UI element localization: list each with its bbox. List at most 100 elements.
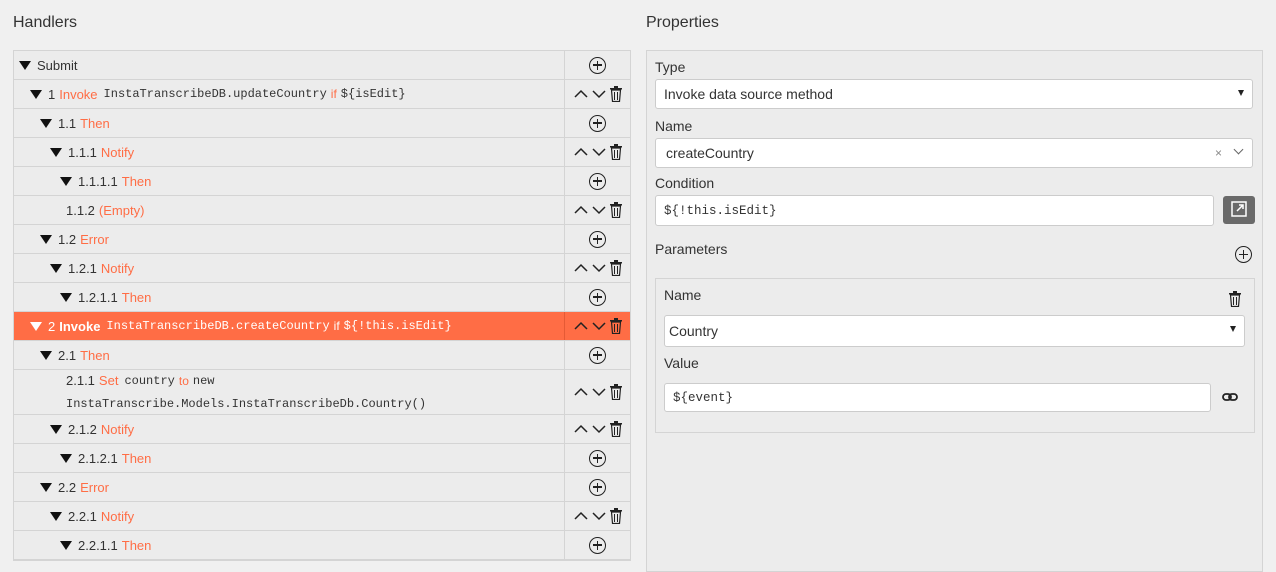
tree-row-1-1[interactable]: 1.1 Then <box>14 109 630 138</box>
row-condition: ${!this.isEdit} <box>343 319 452 333</box>
chevron-up-icon[interactable] <box>573 89 588 99</box>
add-parameter-icon[interactable] <box>1235 246 1252 263</box>
tree-row-2-2-1-1[interactable]: 2.2.1.1 Then <box>14 531 630 560</box>
link-icon[interactable] <box>1222 391 1238 403</box>
add-icon[interactable] <box>589 346 606 364</box>
chevron-up-icon[interactable] <box>573 424 588 434</box>
trash-icon[interactable] <box>609 318 622 334</box>
triangle-down-icon[interactable] <box>50 511 62 521</box>
row-condition: ${isEdit} <box>340 87 406 101</box>
param-value-input[interactable]: ${event} <box>664 383 1211 412</box>
triangle-down-icon[interactable] <box>40 350 52 360</box>
properties-title: Properties <box>646 14 719 31</box>
triangle-down-icon[interactable] <box>50 424 62 434</box>
tree-row-1-2-1-1[interactable]: 1.2.1.1 Then <box>14 283 630 312</box>
tree-row-1-1-1[interactable]: 1.1.1 Notify <box>14 138 630 167</box>
condition-input[interactable]: ${!this.isEdit} <box>655 195 1214 226</box>
add-icon[interactable] <box>589 114 606 132</box>
trash-icon[interactable] <box>609 86 622 102</box>
tree-row-2-1[interactable]: 2.1 Then <box>14 341 630 370</box>
chevron-down-icon[interactable] <box>591 263 606 273</box>
triangle-down-icon[interactable] <box>19 60 31 70</box>
tree-row-2-1-2-1[interactable]: 2.1.2.1 Then <box>14 444 630 473</box>
chevron-down-icon[interactable] <box>591 321 606 331</box>
row-keyword: Error <box>80 231 109 247</box>
row-value: new <box>192 373 215 388</box>
triangle-down-icon[interactable] <box>40 482 52 492</box>
add-icon[interactable] <box>589 288 606 306</box>
row-method: InstaTranscribeDB.updateCountry <box>103 87 327 101</box>
row-number: 2.1.2.1 <box>78 450 118 466</box>
row-keyword: Then <box>80 115 110 131</box>
row-target: country <box>124 373 175 388</box>
row-number: 1.1.1 <box>68 144 97 160</box>
add-icon[interactable] <box>589 172 606 190</box>
chevron-up-icon[interactable] <box>573 263 588 273</box>
tree-row-1-1-2[interactable]: 1.1.2 (Empty) <box>14 196 630 225</box>
add-icon[interactable] <box>589 230 606 248</box>
row-keyword: Notify <box>100 508 135 524</box>
tree-row-1-2-1[interactable]: 1.2.1 Notify <box>14 254 630 283</box>
trash-icon[interactable] <box>609 421 622 437</box>
tree-row-2-1-1[interactable]: 2.1.1 Set country to new InstaTranscribe… <box>14 370 630 415</box>
add-icon[interactable] <box>589 56 606 74</box>
add-icon[interactable] <box>589 449 606 467</box>
row-number: 1 <box>48 86 56 102</box>
tree-row-2-1-2[interactable]: 2.1.2 Notify <box>14 415 630 444</box>
chevron-up-icon[interactable] <box>573 321 588 331</box>
row-number: 1.1.2 <box>66 202 95 218</box>
triangle-down-icon[interactable] <box>30 321 42 331</box>
row-number: 1.2 <box>58 231 77 247</box>
trash-icon[interactable] <box>609 202 622 218</box>
triangle-down-icon[interactable] <box>40 118 52 128</box>
row-keyword: Error <box>80 479 109 495</box>
chevron-down-icon[interactable] <box>591 511 606 521</box>
clear-icon[interactable]: × <box>1215 146 1222 160</box>
triangle-down-icon[interactable] <box>50 147 62 157</box>
row-value-type: InstaTranscribe.Models.InstaTranscribeDb… <box>66 396 427 411</box>
trash-icon[interactable] <box>609 508 622 524</box>
condition-value: ${!this.isEdit} <box>664 203 777 218</box>
tree-row-2-2[interactable]: 2.2 Error <box>14 473 630 502</box>
tree-row-1-2[interactable]: 1.2 Error <box>14 225 630 254</box>
name-label: Name <box>655 118 693 134</box>
trash-icon[interactable] <box>609 260 622 276</box>
add-icon[interactable] <box>589 478 606 496</box>
tree-row-1[interactable]: 1 Invoke InstaTranscribeDB.updateCountry… <box>14 80 630 109</box>
chevron-down-icon[interactable] <box>591 147 606 157</box>
triangle-down-icon[interactable] <box>30 89 42 99</box>
chevron-down-icon[interactable] <box>1233 144 1244 155</box>
name-select-value: createCountry <box>666 145 754 161</box>
triangle-down-icon[interactable] <box>60 292 72 302</box>
tree-row-2[interactable]: 2 Invoke InstaTranscribeDB.createCountry… <box>14 312 630 341</box>
type-select-value: Invoke data source method <box>664 86 833 102</box>
trash-icon[interactable] <box>609 384 622 400</box>
triangle-down-icon[interactable] <box>60 176 72 186</box>
add-icon[interactable] <box>589 536 606 554</box>
type-select[interactable]: Invoke data source method <box>655 79 1253 109</box>
chevron-down-icon[interactable] <box>591 89 606 99</box>
chevron-up-icon[interactable] <box>573 205 588 215</box>
chevron-up-icon[interactable] <box>573 511 588 521</box>
chevron-down-icon[interactable] <box>591 424 606 434</box>
row-to-keyword: to <box>178 373 189 388</box>
chevron-up-icon[interactable] <box>573 147 588 157</box>
row-keyword: (Empty) <box>98 202 145 218</box>
triangle-down-icon[interactable] <box>60 540 72 550</box>
row-keyword: Invoke <box>59 318 101 334</box>
trash-icon[interactable] <box>1229 291 1241 307</box>
param-name-select[interactable]: Country <box>664 315 1245 347</box>
trash-icon[interactable] <box>609 144 622 160</box>
chevron-up-icon[interactable] <box>573 387 588 397</box>
external-link-button[interactable] <box>1223 196 1255 224</box>
tree-row-2-2-1[interactable]: 2.2.1 Notify <box>14 502 630 531</box>
tree-row-submit[interactable]: Submit <box>14 51 630 80</box>
parameter-item: Name Country Value ${event} <box>655 278 1255 433</box>
name-select[interactable]: createCountry × <box>655 138 1253 168</box>
triangle-down-icon[interactable] <box>50 263 62 273</box>
triangle-down-icon[interactable] <box>40 234 52 244</box>
triangle-down-icon[interactable] <box>60 453 72 463</box>
chevron-down-icon[interactable] <box>591 387 606 397</box>
tree-row-1-1-1-1[interactable]: 1.1.1.1 Then <box>14 167 630 196</box>
chevron-down-icon[interactable] <box>591 205 606 215</box>
